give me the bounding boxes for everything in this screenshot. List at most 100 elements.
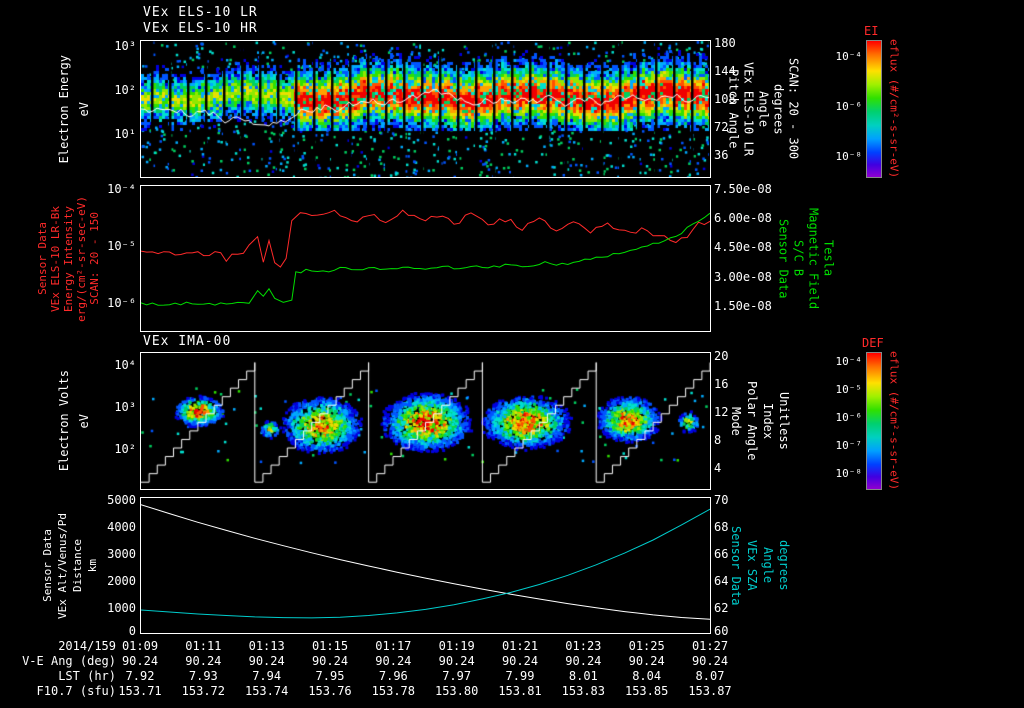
panel4-llabel-2: Distance bbox=[70, 497, 85, 634]
ancillary-value: 90.24 bbox=[311, 654, 349, 668]
panel4-rtick-1: 68 bbox=[714, 520, 729, 534]
ancillary-value: 90.24 bbox=[438, 654, 475, 668]
panel1-yunit-text: eV bbox=[77, 101, 91, 117]
ancillary-value: 7.92 bbox=[125, 669, 155, 683]
panel2-llabel-1: VEx ELS-10 LR-Bk bbox=[49, 185, 62, 332]
panel1-cbar-tick-1: 10⁻⁶ bbox=[835, 100, 863, 113]
ancillary-value: 7.94 bbox=[252, 669, 282, 683]
altitude-sza-frame bbox=[140, 497, 711, 634]
panel2-llabel-2: Energy Intensity bbox=[62, 185, 75, 332]
intensity-bfield-chart bbox=[141, 209, 710, 306]
time-tick-label: 01:19 bbox=[438, 639, 475, 653]
ancillary-value: 90.24 bbox=[628, 654, 665, 668]
panel3-yunit-text: eV bbox=[77, 413, 91, 429]
time-tick-label: 01:15 bbox=[311, 639, 349, 653]
panel2-llabel-0: Sensor Data bbox=[36, 185, 49, 332]
time-tick-label: 01:27 bbox=[691, 639, 729, 653]
panel3-rtick-3: 8 bbox=[714, 433, 722, 447]
panel2-rlabel-3-text: Tesla bbox=[821, 240, 836, 277]
panel3-ytick-0: 10⁴ bbox=[114, 358, 136, 372]
ima-spectrogram-frame bbox=[140, 352, 711, 490]
panel2-llabel-1-text: VEx ELS-10 LR-Bk bbox=[49, 205, 62, 312]
panel2-rlabel-0: Sensor Data bbox=[776, 185, 791, 332]
ancillary-value: 153.74 bbox=[244, 684, 289, 698]
panel1-ylabel-text: Electron Energy bbox=[57, 54, 71, 164]
ancillary-value: 90.24 bbox=[501, 654, 539, 668]
ancillary-value: 8.01 bbox=[568, 669, 598, 683]
panel3-title: VEx IMA-00 bbox=[143, 334, 232, 349]
panel3-colorbar bbox=[866, 352, 882, 490]
panel3-colorbar-unit-text: eflux (#/cm²-s-sr-eV) bbox=[887, 351, 901, 491]
panel3-rlabel-1: Polar Angle bbox=[744, 352, 760, 490]
ancillary-value: 90.24 bbox=[121, 654, 159, 668]
ancillary-value: 90.24 bbox=[248, 654, 285, 668]
panel4-rlabel-2-text: Angle bbox=[761, 547, 775, 584]
panel3-rlabel-1-text: Polar Angle bbox=[745, 381, 759, 461]
panel3-cbar-tick-0: 10⁻⁴ bbox=[835, 355, 863, 368]
ancillary-value: 153.76 bbox=[308, 684, 352, 698]
panel4-rlabel-3-text: degrees bbox=[777, 540, 791, 591]
panel1-rlabel-3-text: degrees bbox=[771, 83, 786, 135]
series-VEx Alt/Venus/Pd Distance (km) bbox=[141, 504, 710, 620]
panel1-rlabel-1-text: VEx ELS-10 LR bbox=[741, 62, 756, 156]
lst-row-label: LST (hr) bbox=[58, 669, 116, 683]
panel4-rtick-5: 60 bbox=[714, 624, 729, 638]
panel1-rlabel-3: degrees bbox=[771, 40, 786, 178]
panel4-rtick-2: 66 bbox=[714, 547, 729, 561]
panel2-rlabel-2: Magnetic Field bbox=[806, 185, 821, 332]
els-spectrogram-canvas bbox=[141, 41, 710, 177]
panel4-llabel-0-text: Sensor Data bbox=[41, 529, 54, 602]
panel3-cbar-tick-1: 10⁻⁵ bbox=[835, 383, 863, 396]
panel3-rtick-2: 12 bbox=[714, 405, 729, 419]
panel4-rlabel-0: Sensor Data bbox=[728, 497, 744, 634]
panel1-rlabel-2-text: Angle bbox=[756, 90, 771, 128]
ancillary-value: 90.24 bbox=[375, 654, 412, 668]
panel1-rlabel-1: VEx ELS-10 LR bbox=[741, 40, 756, 178]
ancillary-value: 153.85 bbox=[624, 684, 669, 698]
panel2-rtick-2: 4.50e-08 bbox=[714, 240, 772, 254]
panel2-llabel-4-text: SCAN: 20 - 150 bbox=[88, 212, 101, 305]
date-label: 2014/159 bbox=[58, 639, 116, 653]
f107-row: F10.7 (sfu) 153.71 153.72 153.74 153.76 153.… bbox=[0, 684, 1024, 698]
series-VEx SZA Angle (degrees) bbox=[141, 508, 710, 619]
series-VEx ELS-10 LR-Bk Energy Intensity (log10 erg/cm²-sr-sec-eV) bbox=[141, 209, 710, 268]
panel2-llabel-3: erg/(cm²-sr-sec-eV) bbox=[75, 185, 88, 332]
panel1-colorbar-title: EI bbox=[864, 24, 879, 38]
panel4-ytick-1: 4000 bbox=[107, 520, 136, 534]
panel1-cbar-tick-2: 10⁻⁸ bbox=[835, 150, 863, 163]
panel2-llabel-2-text: Energy Intensity bbox=[62, 205, 75, 312]
panel4-rlabel-2: Angle bbox=[760, 497, 776, 634]
ancillary-value: 90.24 bbox=[565, 654, 602, 668]
ancillary-value: 153.78 bbox=[371, 684, 415, 698]
intensity-bfield-frame bbox=[140, 185, 711, 332]
ancillary-value: 7.95 bbox=[315, 669, 345, 683]
panel1-ytick-2: 10¹ bbox=[114, 127, 136, 141]
panel2-rtick-0: 7.50e-08 bbox=[714, 182, 772, 196]
ancillary-value: 7.97 bbox=[442, 669, 472, 683]
panel2-ytick-2: 10⁻⁶ bbox=[107, 296, 136, 310]
panel2-rtick-4: 1.50e-08 bbox=[714, 299, 772, 313]
f107-row-label: F10.7 (sfu) bbox=[36, 684, 116, 698]
panel1-ylabel: Electron Energy bbox=[56, 40, 72, 178]
panel4-llabel-1: VEx Alt/Venus/Pd bbox=[55, 497, 70, 634]
panel1-rlabel-4: SCAN: 20 - 300 bbox=[786, 40, 801, 178]
panel2-rtick-3: 3.00e-08 bbox=[714, 270, 772, 284]
panel1-yunit: eV bbox=[76, 40, 92, 178]
panel1-ytick-0: 10³ bbox=[114, 39, 136, 53]
panel4-ytick-5: 0 bbox=[128, 624, 136, 638]
ancillary-value: 153.81 bbox=[498, 684, 542, 698]
panel4-rlabel-0-text: Sensor Data bbox=[729, 525, 743, 606]
altitude-sza-chart bbox=[141, 504, 710, 620]
ima-spectrogram-canvas bbox=[141, 353, 710, 489]
panel3-cbar-tick-4: 10⁻⁸ bbox=[835, 467, 863, 480]
panel4-rtick-4: 62 bbox=[714, 601, 729, 615]
panel1-cbar-tick-0: 10⁻⁴ bbox=[835, 50, 863, 63]
time-tick-label: 01:21 bbox=[501, 639, 539, 653]
panel3-ytick-2: 10² bbox=[114, 442, 136, 456]
time-tick-label: 01:23 bbox=[565, 639, 602, 653]
panel3-rlabel-0-text: Mode bbox=[729, 406, 743, 436]
ancillary-value: 7.96 bbox=[378, 669, 408, 683]
ancillary-value: 153.83 bbox=[561, 684, 605, 698]
panel2-rlabel-3: Tesla bbox=[821, 185, 836, 332]
ve-angle-row-label: V-E Ang (deg) bbox=[22, 654, 116, 668]
